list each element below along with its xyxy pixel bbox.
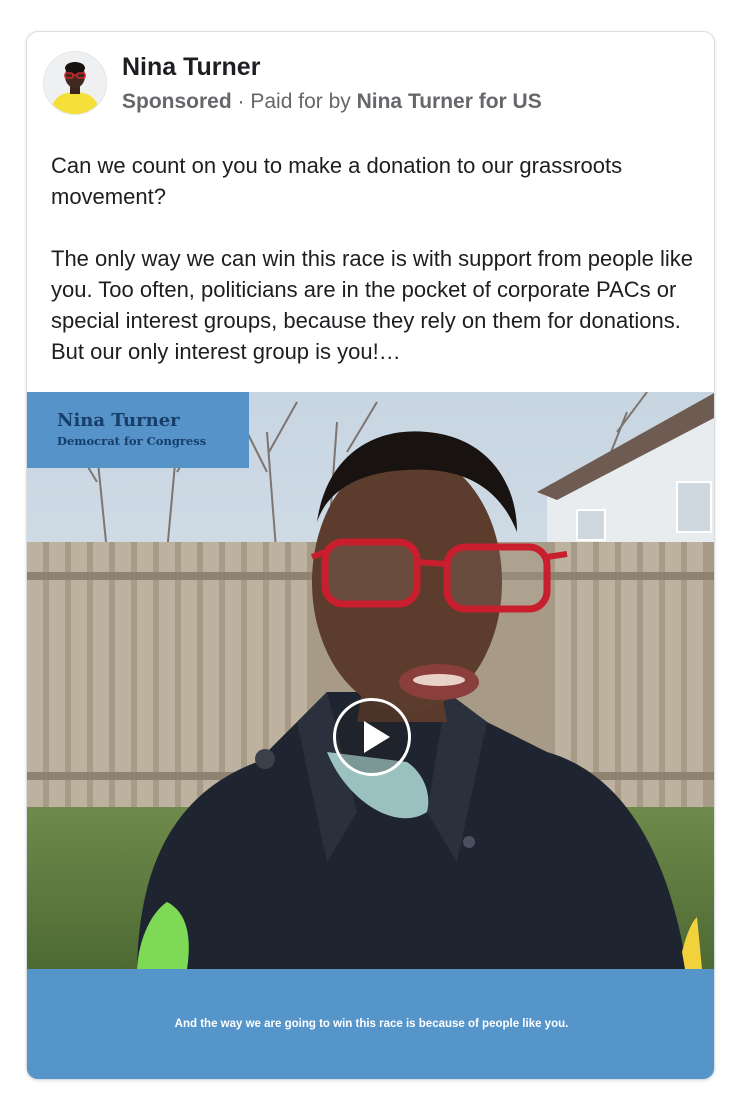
paid-for-prefix: Paid for by <box>250 90 351 113</box>
avatar-photo <box>44 52 106 114</box>
author-name[interactable]: Nina Turner <box>122 53 260 82</box>
post-text-paragraph: Can we count on you to make a donation t… <box>51 153 623 209</box>
avatar[interactable] <box>43 51 107 115</box>
overlay-candidate-title: Democrat for Congress <box>57 434 207 448</box>
video-thumbnail[interactable]: Nina Turner Democrat for Congress <box>27 392 714 969</box>
video-frame-image <box>27 392 714 969</box>
ad-post-card: Nina Turner Sponsored · Paid for by Nina… <box>26 31 715 1080</box>
paid-for-by-name[interactable]: Nina Turner for US <box>357 90 542 113</box>
sponsored-label[interactable]: Sponsored <box>122 90 232 113</box>
post-text: Can we count on you to make a donation t… <box>51 150 696 367</box>
candidate-overlay: Nina Turner Democrat for Congress <box>27 392 249 468</box>
video-caption-bar: And the way we are going to win this rac… <box>27 969 714 1079</box>
play-icon <box>364 721 390 753</box>
video-caption: And the way we are going to win this rac… <box>174 1018 569 1030</box>
overlay-candidate-name: Nina Turner <box>57 410 180 431</box>
play-button[interactable] <box>333 698 411 776</box>
post-text-paragraph: The only way we can win this race is wit… <box>51 246 693 364</box>
sponsored-line: Sponsored · Paid for by Nina Turner for … <box>122 90 542 114</box>
post-header: Nina Turner Sponsored · Paid for by Nina… <box>27 32 714 127</box>
meta-separator: · <box>237 90 245 113</box>
video-player[interactable]: Nina Turner Democrat for Congress And th… <box>27 392 714 1079</box>
